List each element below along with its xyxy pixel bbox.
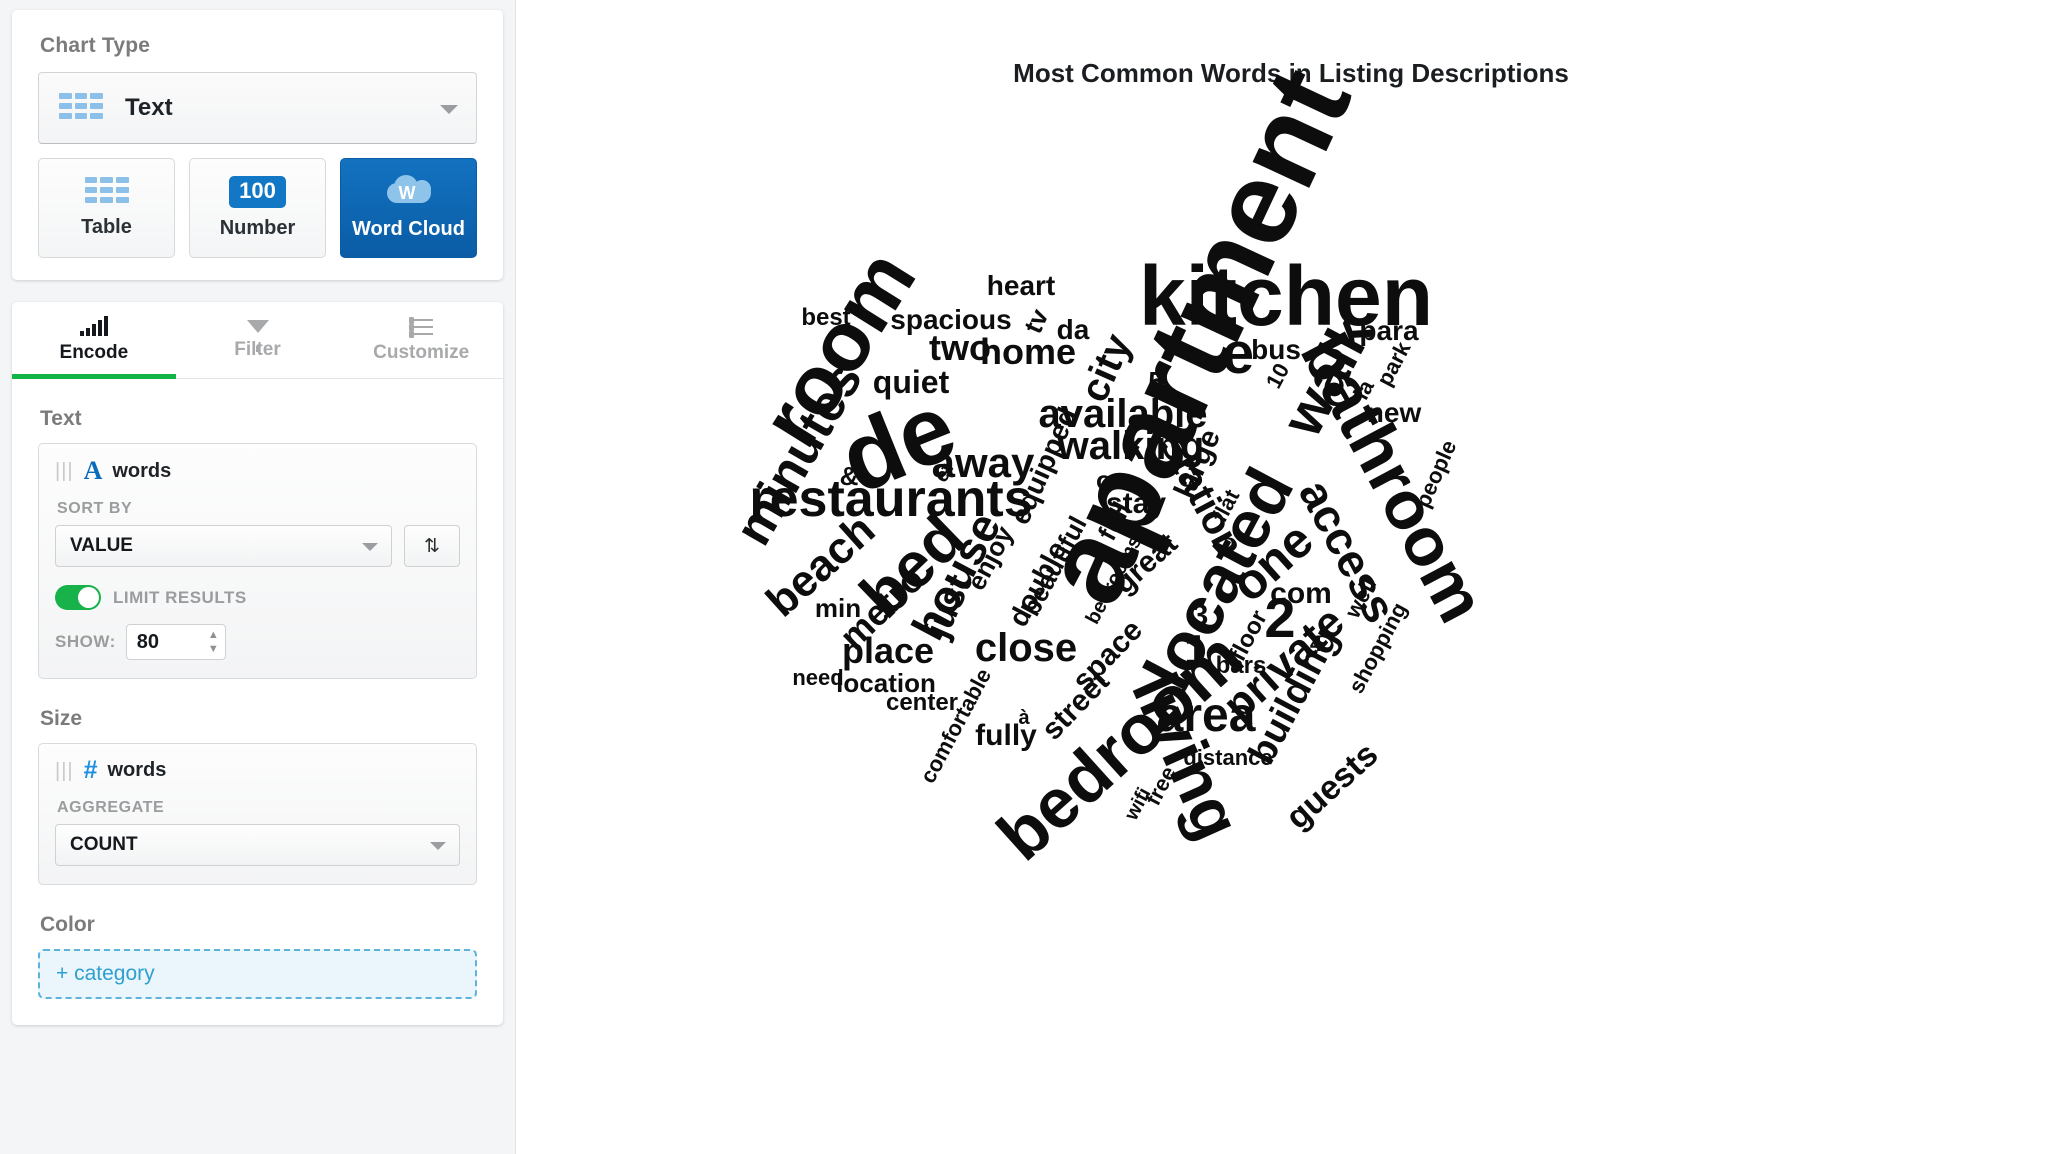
word-cloud-word[interactable]: distance xyxy=(1183,747,1272,769)
chart-type-select[interactable]: Text xyxy=(38,72,477,144)
funnel-icon xyxy=(246,319,269,352)
word-cloud-word[interactable]: heart xyxy=(987,272,1055,300)
sort-by-label: SORT BY xyxy=(57,500,133,517)
vertical-scrollbar[interactable] xyxy=(2054,0,2066,1154)
chevron-down-icon xyxy=(362,543,378,551)
chart-type-option-label: Table xyxy=(81,216,132,238)
chart-type-option-word-cloud[interactable]: W Word Cloud xyxy=(340,158,477,258)
limit-results-toggle[interactable] xyxy=(55,585,101,610)
show-value: 80 xyxy=(136,630,159,653)
word-cloud-word[interactable]: o xyxy=(1096,467,1112,493)
tab-filter[interactable]: Filter xyxy=(176,302,340,378)
word-cloud-word[interactable]: need xyxy=(792,667,843,689)
sort-by-select[interactable]: VALUE xyxy=(55,525,392,567)
chart-type-option-number[interactable]: 100 Number xyxy=(189,158,326,258)
chart-area: Most Common Words in Listing Description… xyxy=(515,0,2066,1154)
word-cloud-word[interactable]: spacious xyxy=(890,306,1011,334)
sliders-icon xyxy=(409,316,434,338)
chart-type-options: Table 100 Number W Word Cloud xyxy=(38,158,477,258)
chart-type-title: Chart Type xyxy=(40,34,151,57)
text-field-pill[interactable]: ||| A words xyxy=(55,458,460,484)
number-100-icon: 100 xyxy=(229,176,286,208)
word-cloud-word[interactable]: best xyxy=(801,306,850,330)
text-field-icon: A xyxy=(83,456,103,485)
word-cloud-word[interactable]: new xyxy=(1367,399,1421,427)
word-cloud-word[interactable]: da xyxy=(1057,316,1090,344)
encode-text-title: Text xyxy=(40,407,82,430)
tab-customize[interactable]: Customize xyxy=(339,302,503,378)
show-row: SHOW: 80 ▲ ▼ xyxy=(55,624,460,660)
show-stepper[interactable]: 80 ▲ ▼ xyxy=(125,624,226,660)
word-cloud-word[interactable]: com xyxy=(1270,579,1332,609)
color-add-field-dropzone[interactable]: + category xyxy=(38,949,477,999)
chart-type-panel: Chart Type Text Table 100 Number W Word … xyxy=(12,10,503,280)
bar-chart-icon xyxy=(79,316,108,336)
word-cloud-word[interactable]: 4 xyxy=(1310,633,1322,655)
chart-type-option-table[interactable]: Table xyxy=(38,158,175,258)
word-cloud-word[interactable]: para xyxy=(1359,317,1418,345)
chevron-down-icon xyxy=(440,105,458,114)
word-cloud-word[interactable]: center xyxy=(886,691,958,715)
aggregate-label: AGGREGATE xyxy=(57,799,165,816)
table-grid-icon xyxy=(84,177,129,207)
number-field-icon: # xyxy=(83,756,98,784)
word-cloud-word[interactable]: à xyxy=(1018,708,1029,728)
encode-body: Text ||| A words SORT BY VALUE ⇅ LIMIT R… xyxy=(12,379,503,1025)
word-cloud-word[interactable]: 3 xyxy=(1192,601,1209,631)
word-cloud-icon: W xyxy=(381,175,437,209)
sort-by-row: VALUE ⇅ xyxy=(55,525,460,567)
aggregate-value: COUNT xyxy=(70,834,138,855)
limit-results-row: LIMIT RESULTS xyxy=(55,585,460,610)
encode-text-card: ||| A words SORT BY VALUE ⇅ LIMIT RESULT… xyxy=(38,443,477,679)
sort-by-value: VALUE xyxy=(70,535,133,556)
word-cloud-word[interactable]: quiet xyxy=(873,366,949,398)
stepper-down-icon[interactable]: ▼ xyxy=(208,643,219,655)
stepper-arrows-icon[interactable]: ▲ ▼ xyxy=(208,629,219,655)
word-cloud-word[interactable]: close xyxy=(975,628,1077,668)
size-field-name: words xyxy=(107,759,167,781)
aggregate-select[interactable]: COUNT xyxy=(55,824,460,866)
sort-arrows-icon: ⇅ xyxy=(424,535,440,557)
word-cloud-icon-letter: W xyxy=(398,183,416,203)
word-cloud-word[interactable]: guests xyxy=(1279,735,1386,837)
tab-encode[interactable]: Encode xyxy=(12,302,176,379)
chevron-down-icon xyxy=(430,842,446,850)
drag-handle-icon[interactable]: ||| xyxy=(55,461,74,481)
color-add-field-label: + category xyxy=(56,962,155,985)
encode-tabs: Encode Filter Customize xyxy=(12,302,503,379)
sort-direction-button[interactable]: ⇅ xyxy=(404,525,460,567)
word-cloud[interactable]: apartment kitchen de room bathroom located bed… xyxy=(516,50,2066,1154)
table-grid-icon xyxy=(59,93,104,123)
drag-handle-icon[interactable]: ||| xyxy=(55,761,74,781)
tab-label: Customize xyxy=(373,342,470,363)
word-cloud-word[interactable]: two xyxy=(929,330,991,366)
text-field-name: words xyxy=(112,459,172,482)
encode-panel: Encode Filter Customize Text ||| A words… xyxy=(12,302,503,1025)
toggle-knob xyxy=(78,587,99,608)
size-field-pill[interactable]: ||| # words xyxy=(55,758,460,783)
limit-results-label: LIMIT RESULTS xyxy=(113,587,247,607)
word-cloud-word[interactable]: e xyxy=(1222,325,1254,383)
sidebar: Chart Type Text Table 100 Number W Word … xyxy=(0,0,515,1154)
encode-color-title: Color xyxy=(40,913,95,936)
chart-type-option-label: Number xyxy=(219,216,296,239)
chart-type-option-label: Word Cloud xyxy=(352,218,465,240)
stepper-up-icon[interactable]: ▲ xyxy=(208,629,219,641)
encode-size-card: ||| # words AGGREGATE COUNT xyxy=(38,743,477,885)
chart-type-selected-label: Text xyxy=(125,94,173,121)
app-root: Chart Type Text Table 100 Number W Word … xyxy=(0,0,2066,1154)
word-cloud-word[interactable]: bus xyxy=(1251,336,1301,364)
word-cloud-word[interactable]: 1 xyxy=(1184,629,1207,671)
word-cloud-word[interactable]: 5 xyxy=(1148,368,1164,396)
word-cloud-word[interactable]: min xyxy=(815,595,861,621)
tab-label: Encode xyxy=(59,342,129,363)
encode-size-title: Size xyxy=(40,707,83,730)
word-cloud-word[interactable]: & xyxy=(840,463,859,489)
show-label: SHOW: xyxy=(55,632,116,651)
